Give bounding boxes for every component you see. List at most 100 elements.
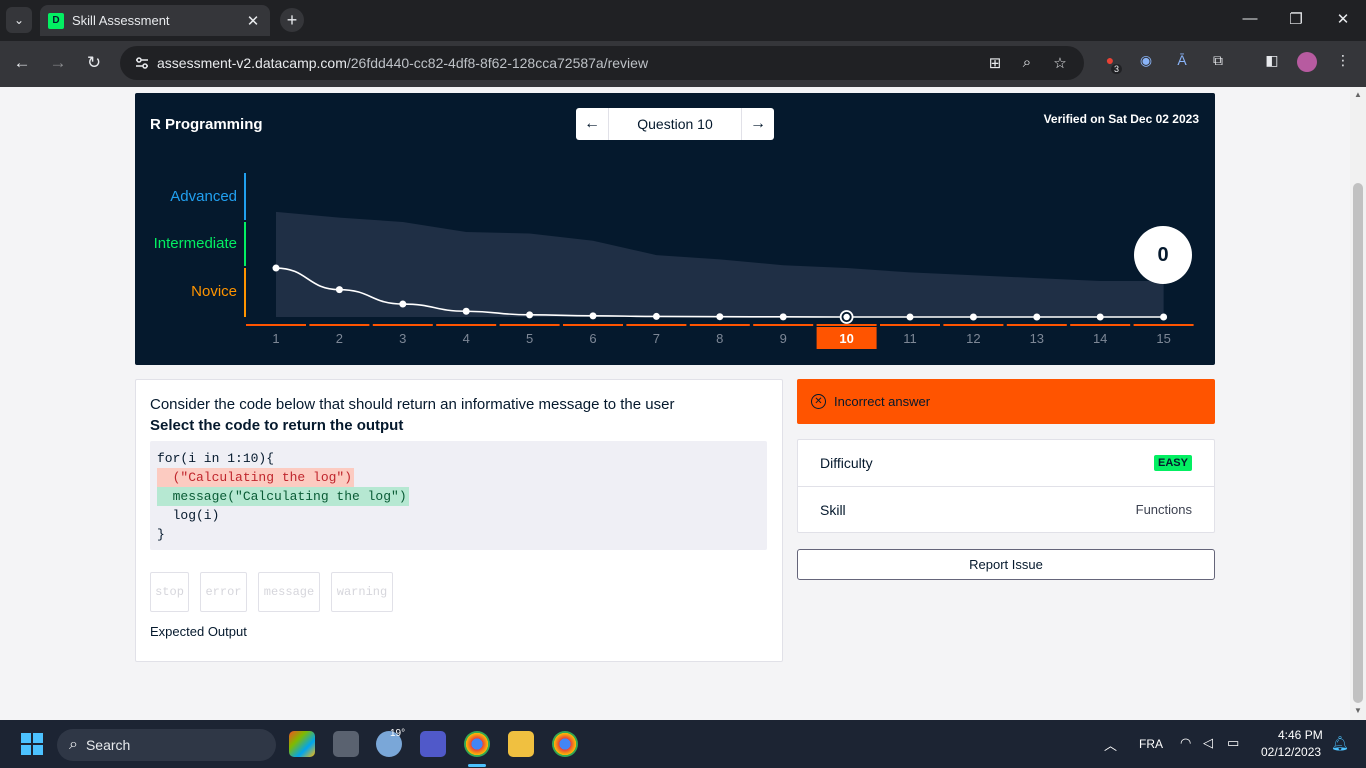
taskbar-search[interactable]: ⌕ Search bbox=[57, 729, 276, 761]
skill-row: Skill Functions bbox=[798, 486, 1214, 532]
extension-badge: 3 bbox=[1111, 64, 1123, 74]
x-tick-label[interactable]: 5 bbox=[526, 331, 533, 346]
site-info-icon[interactable] bbox=[134, 55, 150, 71]
x-tick-label[interactable]: 11 bbox=[903, 331, 917, 346]
volume-icon[interactable]: ◁ bbox=[1203, 735, 1213, 751]
battery-icon[interactable]: ▭ bbox=[1227, 735, 1239, 751]
x-tick-label[interactable]: 6 bbox=[589, 331, 596, 346]
data-point[interactable] bbox=[779, 313, 787, 321]
browser-tab-skill-assessment[interactable]: D Skill Assessment ✕ bbox=[40, 5, 270, 36]
code-line-added: message("Calculating the log") bbox=[157, 487, 409, 506]
x-tick-label[interactable]: 14 bbox=[1093, 331, 1107, 346]
extension-search-icon[interactable]: ◉ bbox=[1136, 52, 1156, 72]
score-circle: 0 bbox=[1134, 226, 1192, 284]
bookmark-star-icon[interactable]: ☆ bbox=[1050, 54, 1070, 72]
x-tick-label[interactable]: 13 bbox=[1030, 331, 1044, 346]
active-app-indicator bbox=[468, 764, 486, 767]
close-window-icon[interactable]: ✕ bbox=[1333, 10, 1353, 28]
side-panel-icon[interactable]: ◧ bbox=[1262, 52, 1282, 72]
extensions-puzzle-icon[interactable]: ⧉ bbox=[1208, 52, 1228, 72]
option-stop[interactable]: stop bbox=[150, 572, 189, 612]
scroll-thumb[interactable] bbox=[1353, 183, 1363, 703]
difficulty-label: Difficulty bbox=[820, 455, 873, 471]
expected-output-label: Expected Output bbox=[150, 624, 247, 639]
clock-time[interactable]: 4:46 PM bbox=[1278, 728, 1323, 742]
minimize-icon[interactable]: — bbox=[1240, 10, 1260, 27]
profile-avatar[interactable] bbox=[1297, 52, 1317, 72]
data-point[interactable] bbox=[1096, 313, 1104, 321]
tab-title: Skill Assessment bbox=[72, 13, 170, 28]
copilot-icon[interactable] bbox=[289, 731, 315, 757]
url-text: assessment-v2.datacamp.com/26fdd440-cc82… bbox=[157, 55, 649, 71]
data-point[interactable] bbox=[335, 286, 343, 294]
reload-icon[interactable]: ↻ bbox=[82, 53, 106, 73]
data-point[interactable] bbox=[652, 312, 660, 320]
chrome-profile-icon[interactable] bbox=[552, 731, 578, 757]
page-scrollbar[interactable]: ▲ ▼ bbox=[1350, 87, 1366, 720]
forward-icon[interactable]: → bbox=[46, 53, 70, 73]
tab-close-icon[interactable]: ✕ bbox=[244, 12, 262, 30]
scroll-up-icon[interactable]: ▲ bbox=[1353, 90, 1363, 99]
x-tick-label[interactable]: 3 bbox=[399, 331, 406, 346]
data-point[interactable] bbox=[716, 313, 724, 321]
code-line: } bbox=[157, 527, 165, 542]
chrome-icon[interactable] bbox=[464, 731, 490, 757]
taskbar-search-label: Search bbox=[85, 737, 131, 753]
skill-label: Skill bbox=[820, 501, 846, 518]
input-language[interactable]: FRA bbox=[1139, 737, 1163, 751]
data-point[interactable] bbox=[272, 264, 280, 272]
data-point[interactable] bbox=[589, 312, 597, 320]
data-point[interactable] bbox=[526, 311, 534, 319]
zoom-icon[interactable]: ⌕ bbox=[1017, 54, 1037, 71]
x-tick-label[interactable]: 10 bbox=[839, 331, 853, 346]
translate-icon[interactable]: ⊞ bbox=[985, 54, 1005, 72]
data-point[interactable] bbox=[1160, 313, 1168, 321]
confidence-band bbox=[276, 211, 1164, 317]
option-message[interactable]: message bbox=[258, 572, 320, 612]
address-bar[interactable]: assessment-v2.datacamp.com/26fdd440-cc82… bbox=[120, 46, 1084, 80]
restore-icon[interactable]: ❐ bbox=[1286, 10, 1306, 28]
x-tick-label[interactable]: 9 bbox=[780, 331, 787, 346]
windows-start-icon[interactable] bbox=[21, 733, 43, 755]
file-explorer-icon[interactable] bbox=[508, 731, 534, 757]
tab-search-chevron-icon[interactable]: ⌄ bbox=[6, 7, 32, 33]
result-status: Incorrect answer bbox=[834, 394, 931, 409]
x-tick-label[interactable]: 12 bbox=[966, 331, 980, 346]
clock-date[interactable]: 02/12/2023 bbox=[1261, 745, 1321, 759]
task-view-icon[interactable] bbox=[333, 731, 359, 757]
report-issue-button[interactable]: Report Issue bbox=[797, 549, 1215, 580]
x-tick-label[interactable]: 1 bbox=[272, 331, 279, 346]
answer-options: stop error message warning bbox=[150, 572, 393, 612]
show-hidden-icons[interactable]: ︿ bbox=[1104, 735, 1117, 754]
x-tick-label[interactable]: 15 bbox=[1156, 331, 1170, 346]
notification-bell-icon[interactable]: 🔔︎ bbox=[1331, 735, 1349, 752]
wifi-icon[interactable]: ◠ bbox=[1180, 735, 1191, 751]
difficulty-badge: EASY bbox=[1154, 455, 1192, 471]
data-point[interactable] bbox=[462, 307, 470, 315]
data-point[interactable] bbox=[843, 313, 850, 321]
extension-translate-icon[interactable]: Ā bbox=[1172, 52, 1192, 72]
x-tick-label[interactable]: 8 bbox=[716, 331, 723, 346]
x-tick-label[interactable]: 2 bbox=[336, 331, 343, 346]
skill-value: Functions bbox=[1135, 502, 1192, 517]
data-point[interactable] bbox=[906, 313, 914, 321]
browser-menu-icon[interactable]: ⋮ bbox=[1333, 52, 1353, 72]
back-icon[interactable]: ← bbox=[10, 53, 34, 73]
code-block: for(i in 1:10){ ("Calculating the log") … bbox=[150, 441, 767, 550]
question-instruction: Select the code to return the output bbox=[150, 417, 404, 434]
data-point[interactable] bbox=[399, 300, 407, 308]
x-circle-icon: ✕ bbox=[811, 394, 826, 409]
code-line: for(i in 1:10){ bbox=[157, 451, 275, 466]
new-tab-button[interactable]: + bbox=[280, 8, 304, 32]
question-card: Consider the code below that should retu… bbox=[135, 379, 783, 662]
browser-tab-bar: ⌄ D Skill Assessment ✕ + — ❐ ✕ bbox=[0, 0, 1366, 41]
data-point[interactable] bbox=[1033, 313, 1041, 321]
weather-temperature: 19° bbox=[390, 728, 406, 739]
teams-icon[interactable] bbox=[420, 731, 446, 757]
scroll-down-icon[interactable]: ▼ bbox=[1353, 706, 1363, 715]
x-tick-label[interactable]: 4 bbox=[463, 331, 470, 346]
option-error[interactable]: error bbox=[200, 572, 247, 612]
option-warning[interactable]: warning bbox=[331, 572, 393, 612]
data-point[interactable] bbox=[969, 313, 977, 321]
x-tick-label[interactable]: 7 bbox=[653, 331, 660, 346]
